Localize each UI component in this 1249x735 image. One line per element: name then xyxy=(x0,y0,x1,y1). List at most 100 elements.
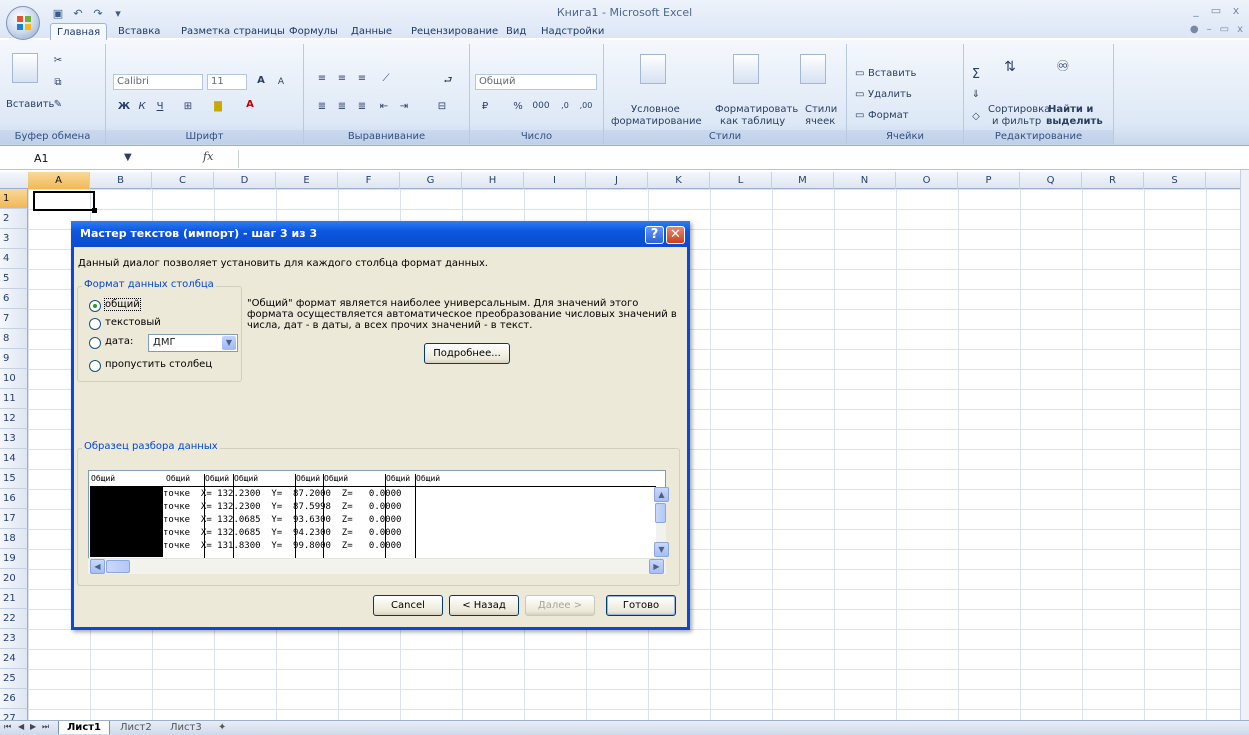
align-center-icon[interactable]: ≣ xyxy=(334,100,350,113)
merge-cells-icon[interactable]: ⊟ xyxy=(432,100,452,113)
row-header[interactable]: 18 xyxy=(0,529,28,549)
preview-col-header[interactable]: Общий xyxy=(416,474,440,483)
insert-function-button[interactable]: fx xyxy=(203,150,213,163)
decrease-decimal-button[interactable]: ,00 xyxy=(576,100,596,111)
increase-indent-icon[interactable]: ⇥ xyxy=(396,100,412,113)
preview-col-header[interactable]: Общий xyxy=(324,474,348,483)
dialog-help-button[interactable]: ? xyxy=(645,226,664,244)
first-sheet-icon[interactable]: ⏮ xyxy=(4,722,11,732)
sort-filter-label-2[interactable]: и фильтр xyxy=(992,116,1041,127)
underline-button[interactable]: Ч xyxy=(152,100,168,113)
paste-button[interactable]: Вставить xyxy=(6,99,54,110)
delete-cells-button[interactable]: Удалить xyxy=(868,89,912,100)
tab-formulas[interactable]: Формулы xyxy=(283,23,344,40)
minimize-workbook-icon[interactable]: – xyxy=(1207,24,1212,35)
row-header[interactable]: 2 xyxy=(0,209,28,229)
cell-styles-label-2[interactable]: ячеек xyxy=(805,116,835,127)
preview-hscroll-thumb[interactable] xyxy=(106,560,130,573)
tab-data[interactable]: Данные xyxy=(345,23,398,40)
row-header[interactable]: 17 xyxy=(0,509,28,529)
column-header[interactable]: N xyxy=(834,172,896,189)
autosum-icon[interactable]: Σ xyxy=(968,66,984,83)
italic-button[interactable]: К xyxy=(134,100,150,113)
radio-skip-label[interactable]: пропустить столбец xyxy=(105,359,212,370)
shrink-font-button[interactable]: A xyxy=(272,76,290,88)
copy-icon[interactable]: ⧉ xyxy=(50,76,66,89)
back-button[interactable]: < Назад xyxy=(449,595,519,616)
fill-color-icon[interactable]: ▇ xyxy=(208,100,228,113)
sheet-tab-2[interactable]: Лист2 xyxy=(112,721,160,734)
row-header[interactable]: 9 xyxy=(0,349,28,369)
row-header[interactable]: 23 xyxy=(0,629,28,649)
row-header[interactable]: 15 xyxy=(0,469,28,489)
help-icon[interactable]: ● xyxy=(1190,24,1199,35)
align-top-icon[interactable]: ≡ xyxy=(314,72,330,85)
conditional-formatting-icon[interactable] xyxy=(640,54,666,84)
row-header[interactable]: 16 xyxy=(0,489,28,509)
number-format-box[interactable]: Общий xyxy=(475,74,597,90)
row-header[interactable]: 20 xyxy=(0,569,28,589)
percent-button[interactable]: % xyxy=(510,100,526,113)
row-header[interactable]: 11 xyxy=(0,389,28,409)
dialog-close-button[interactable]: ✕ xyxy=(666,226,685,244)
row-header[interactable]: 14 xyxy=(0,449,28,469)
borders-icon[interactable]: ⊞ xyxy=(178,100,198,113)
preview-col-header[interactable]: Общий xyxy=(296,474,324,483)
scroll-left-icon[interactable]: ◀ xyxy=(90,559,105,574)
column-header[interactable]: A xyxy=(28,172,90,189)
preview-vscroll-thumb[interactable] xyxy=(655,503,666,523)
row-header[interactable]: 6 xyxy=(0,289,28,309)
wrap-text-icon[interactable]: ⮐ xyxy=(440,72,456,91)
row-header[interactable]: 5 xyxy=(0,269,28,289)
column-header[interactable]: J xyxy=(586,172,648,189)
column-header[interactable]: D xyxy=(214,172,276,189)
row-header[interactable]: 10 xyxy=(0,369,28,389)
row-header[interactable]: 25 xyxy=(0,669,28,689)
insert-cells-icon[interactable]: ▭ xyxy=(855,68,864,79)
tab-home[interactable]: Главная xyxy=(50,23,108,40)
format-cells-icon[interactable]: ▭ xyxy=(855,110,864,121)
close-button[interactable]: x xyxy=(1229,4,1243,17)
align-bottom-icon[interactable]: ≡ xyxy=(354,72,370,85)
column-header[interactable]: O xyxy=(896,172,958,189)
cell-styles-icon[interactable] xyxy=(800,54,826,84)
minimize-button[interactable]: _ xyxy=(1189,4,1203,17)
radio-date-label[interactable]: дата: xyxy=(105,336,133,347)
delete-cells-icon[interactable]: ▭ xyxy=(855,89,864,100)
radio-general[interactable] xyxy=(89,300,101,312)
chevron-down-icon[interactable]: ▼ xyxy=(222,336,236,350)
column-header[interactable]: H xyxy=(462,172,524,189)
format-as-table-icon[interactable] xyxy=(733,54,759,84)
row-header[interactable]: 3 xyxy=(0,229,28,249)
format-painter-icon[interactable]: ✎ xyxy=(50,98,66,111)
selected-cell-a1[interactable] xyxy=(33,191,95,211)
prev-sheet-icon[interactable]: ◀ xyxy=(18,722,24,731)
font-name-box[interactable]: Calibri xyxy=(113,74,203,90)
find-select-label-2[interactable]: выделить xyxy=(1046,116,1103,127)
row-header[interactable]: 21 xyxy=(0,589,28,609)
row-header[interactable]: 22 xyxy=(0,609,28,629)
font-color-icon[interactable]: A xyxy=(240,98,260,111)
sort-filter-icon[interactable]: ⇅ xyxy=(1000,58,1020,76)
radio-text-label[interactable]: текстовый xyxy=(105,317,161,328)
find-select-label[interactable]: Найти и xyxy=(1048,104,1093,115)
radio-general-label[interactable]: общий xyxy=(104,298,141,311)
grow-font-button[interactable]: A xyxy=(252,74,270,87)
bold-button[interactable]: Ж xyxy=(116,100,132,113)
font-size-box[interactable]: 11 xyxy=(207,74,247,90)
sort-filter-label[interactable]: Сортировка xyxy=(988,104,1050,115)
column-header[interactable]: K xyxy=(648,172,710,189)
format-as-table-label[interactable]: Форматировать xyxy=(715,104,798,115)
last-sheet-icon[interactable]: ⏭ xyxy=(42,722,49,732)
tab-review[interactable]: Рецензирование xyxy=(405,23,504,40)
insert-sheet-icon[interactable]: ✦ xyxy=(210,721,234,734)
column-header[interactable]: I xyxy=(524,172,586,189)
row-header[interactable]: 7 xyxy=(0,309,28,329)
orientation-icon[interactable]: ⟋ xyxy=(378,72,394,85)
thousands-button[interactable]: 000 xyxy=(530,100,552,112)
column-header[interactable]: R xyxy=(1082,172,1144,189)
name-box-dropdown-icon[interactable]: ▼ xyxy=(124,152,132,163)
column-header[interactable]: E xyxy=(276,172,338,189)
row-header[interactable]: 24 xyxy=(0,649,28,669)
column-header[interactable]: P xyxy=(958,172,1020,189)
